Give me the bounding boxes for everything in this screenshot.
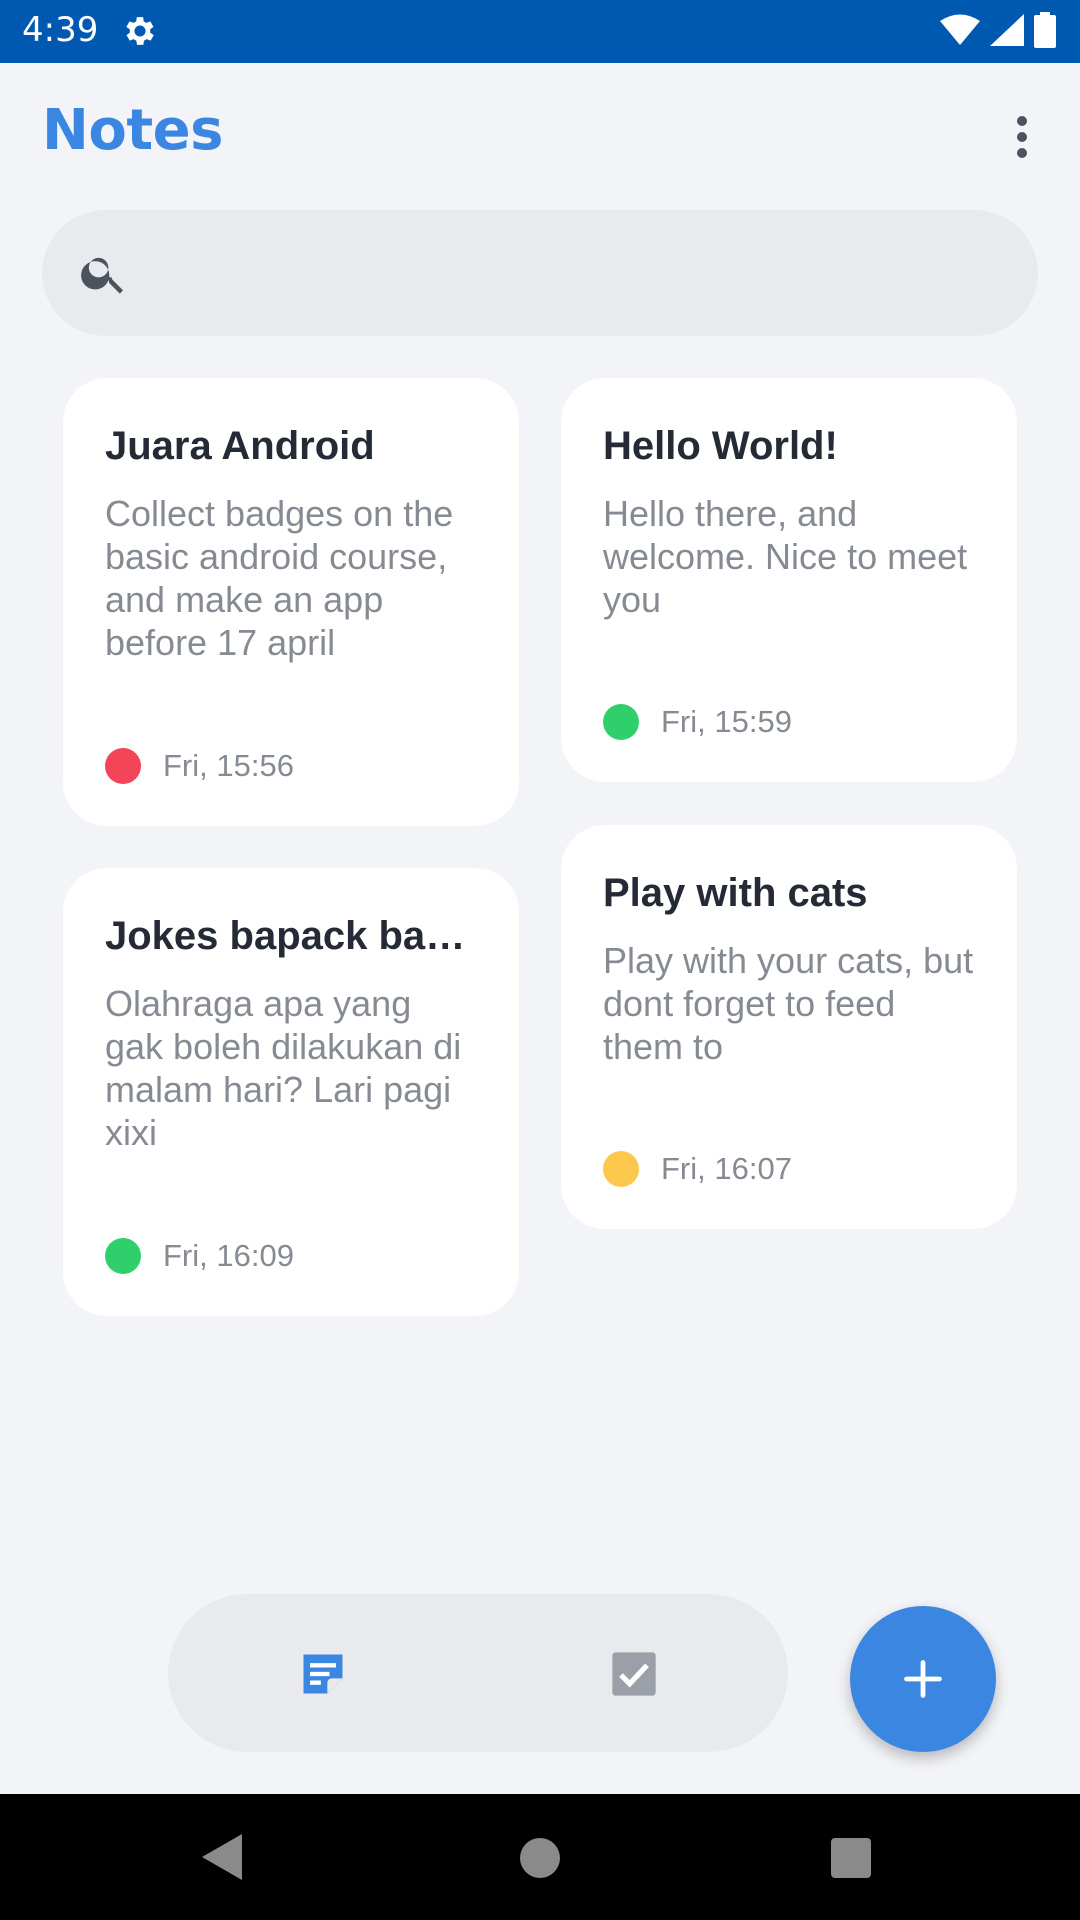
note-title: Juara Android xyxy=(105,424,375,468)
wifi-icon xyxy=(940,14,980,45)
back-icon[interactable] xyxy=(202,1834,244,1880)
cell-signal-icon xyxy=(990,14,1024,46)
notes-icon[interactable] xyxy=(297,1648,349,1700)
more-vert-icon xyxy=(1017,116,1027,126)
page-title: Notes xyxy=(42,98,223,163)
system-nav-bar xyxy=(0,1794,1080,1920)
note-date: Fri, 16:09 xyxy=(163,1238,294,1273)
note-footer: Fri, 16:07 xyxy=(603,1151,792,1187)
more-vert-dot xyxy=(1017,148,1027,158)
note-body: Collect badges on the basic android cour… xyxy=(105,493,454,663)
note-date: Fri, 16:07 xyxy=(661,1151,792,1186)
more-vert-dot xyxy=(1017,132,1027,142)
search-icon xyxy=(81,257,124,294)
search-input[interactable] xyxy=(150,252,950,294)
note-date: Fri, 15:56 xyxy=(163,748,294,783)
note-title: Jokes bapack bapack xyxy=(105,914,477,958)
home-icon[interactable] xyxy=(520,1838,560,1878)
search-bar[interactable] xyxy=(42,210,1038,336)
status-icons xyxy=(940,12,1056,48)
note-title: Play with cats xyxy=(603,871,868,915)
note-footer: Fri, 15:56 xyxy=(105,748,294,784)
note-footer: Fri, 15:59 xyxy=(603,704,792,740)
status-time: 4:39 xyxy=(22,10,99,50)
status-bar: 4:39 xyxy=(0,0,1080,63)
note-color-dot xyxy=(603,1151,639,1187)
settings-icon xyxy=(126,17,154,45)
more-options-button[interactable] xyxy=(1002,110,1042,164)
bottom-nav xyxy=(168,1594,788,1752)
note-card[interactable]: Juara Android Collect badges on the basi… xyxy=(63,378,519,826)
note-title: Hello World! xyxy=(603,424,838,468)
recents-icon[interactable] xyxy=(831,1838,871,1878)
note-card[interactable]: Jokes bapack bapack Olahraga apa yang ga… xyxy=(63,868,519,1316)
note-color-dot xyxy=(105,1238,141,1274)
note-card[interactable]: Play with cats Play with your cats, but … xyxy=(561,825,1017,1229)
add-note-button[interactable] xyxy=(850,1606,996,1752)
note-body: Hello there, and welcome. Nice to meet y… xyxy=(603,493,968,620)
note-body: Play with your cats, but dont forget to … xyxy=(603,940,974,1067)
checkbox-icon[interactable] xyxy=(608,1648,660,1700)
note-color-dot xyxy=(603,704,639,740)
add-icon xyxy=(904,1660,942,1698)
note-card[interactable]: Hello World! Hello there, and welcome. N… xyxy=(561,378,1017,782)
battery-icon xyxy=(1034,12,1056,48)
note-color-dot xyxy=(105,748,141,784)
note-date: Fri, 15:59 xyxy=(661,704,792,739)
note-footer: Fri, 16:09 xyxy=(105,1238,294,1274)
note-body: Olahraga apa yang gak boleh dilakukan di… xyxy=(105,983,462,1153)
